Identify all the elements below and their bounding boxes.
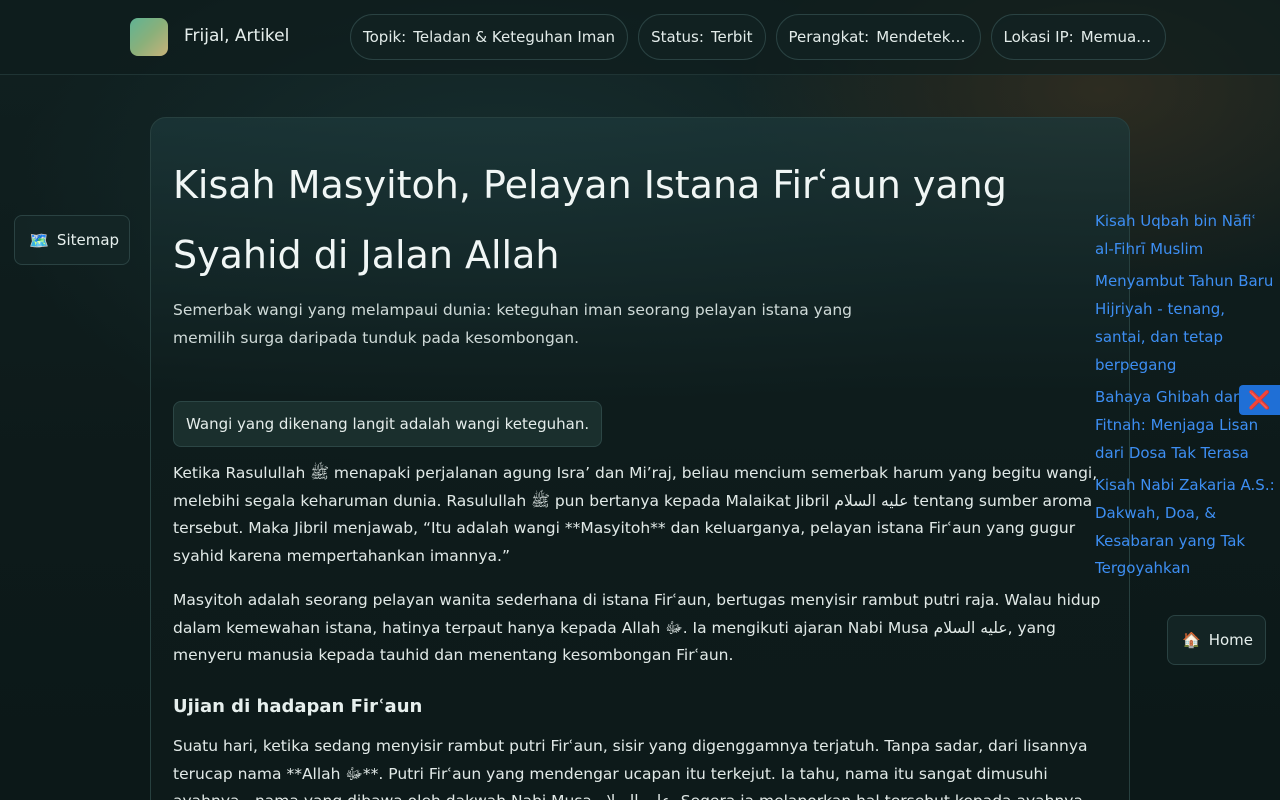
chip-topic-value: Teladan & Keteguhan Iman — [413, 28, 616, 46]
chip-ip-value: Memuat… — [1080, 28, 1153, 46]
site-logo[interactable] — [130, 18, 168, 56]
chip-ip-key: Lokasi IP: — [1003, 28, 1074, 46]
article-title: Kisah Masyitoh, Pelayan Istana Firʿaun y… — [173, 163, 1007, 277]
article-paragraph: Suatu hari, ketika sedang menyisir rambu… — [173, 737, 1088, 800]
article-subtitle: Semerbak wangi yang melampaui dunia: ket… — [173, 301, 852, 347]
chip-status: Status: Terbit — [638, 14, 766, 60]
map-icon: 🗺️ — [29, 230, 49, 250]
home-button[interactable]: 🏠 Home — [1167, 615, 1266, 665]
chip-topic: Topik: Teladan & Keteguhan Iman — [350, 14, 629, 60]
home-label: Home — [1208, 631, 1253, 649]
site-brand[interactable]: Frijal, Artikel — [184, 26, 289, 46]
article-paragraph: Ketika Rasulullah ﷺ menapaki perjalanan … — [173, 464, 1098, 566]
chip-device-value: Mendeteksi… — [876, 28, 968, 46]
related-link[interactable]: Kisah Uqbah bin Nāfiʿ al-Fihrī Muslim — [1095, 208, 1275, 263]
chip-device: Perangkat: Mendeteksi… — [775, 14, 981, 60]
article-paragraph: Masyitoh adalah seorang pelayan wanita s… — [173, 591, 1101, 665]
chip-ip-location: Lokasi IP: Memuat… — [990, 14, 1166, 60]
home-icon: 🏠 — [1182, 631, 1201, 649]
close-icon: ❌ — [1248, 389, 1271, 411]
chip-status-value: Terbit — [710, 28, 753, 46]
article-quote: Wangi yang dikenang langit adalah wangi … — [173, 401, 603, 447]
close-panel-button[interactable]: ❌ — [1239, 385, 1280, 415]
related-link[interactable]: Menyambut Tahun Baru Hijriyah - tenang, … — [1095, 268, 1275, 379]
top-bar: Frijal, Artikel Topik: Teladan & Keteguh… — [0, 0, 1280, 75]
related-link[interactable]: Kisah Nabi Zakaria A.S.: Dakwah, Doa, & … — [1095, 472, 1275, 583]
meta-chips: Topik: Teladan & Keteguhan Iman Status: … — [350, 14, 1166, 60]
chip-topic-key: Topik: — [363, 28, 407, 46]
chip-device-key: Perangkat: — [788, 28, 870, 46]
sitemap-label: Sitemap — [56, 231, 120, 249]
chip-status-key: Status: — [651, 28, 704, 46]
section-heading: Ujian di hadapan Firʿaun — [173, 696, 423, 717]
sitemap-button[interactable]: 🗺️ Sitemap — [14, 215, 130, 265]
